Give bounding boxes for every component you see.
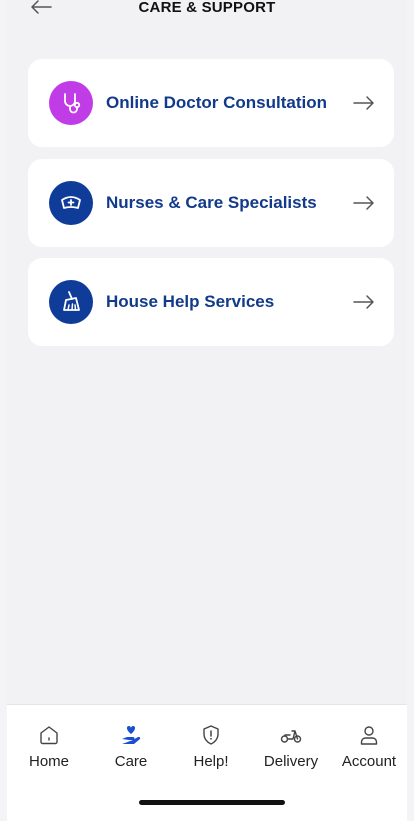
arrow-right-icon <box>352 291 376 313</box>
user-icon <box>329 723 409 747</box>
header: CARE & SUPPORT <box>7 0 407 30</box>
service-label: Nurses & Care Specialists <box>106 193 317 212</box>
nav-item-home[interactable]: Home <box>9 723 89 770</box>
nav-item-help[interactable]: Help! <box>171 723 251 770</box>
service-card-online-doctor[interactable]: Online Doctor Consultation <box>28 59 394 147</box>
service-card-nurses[interactable]: Nurses & Care Specialists <box>28 159 394 247</box>
nav-label: Delivery <box>263 753 319 770</box>
nav-label: Help! <box>193 753 229 770</box>
nav-item-account[interactable]: Account <box>329 723 409 770</box>
service-label: House Help Services <box>106 292 275 311</box>
nav-item-delivery[interactable]: Delivery <box>251 723 331 770</box>
nav-label: Account <box>341 753 397 770</box>
nurse-cap-icon <box>49 181 93 225</box>
stethoscope-icon <box>49 81 93 125</box>
scooter-icon <box>251 723 331 747</box>
nav-item-care[interactable]: Care <box>91 723 171 770</box>
home-icon <box>9 723 89 747</box>
service-card-house-help[interactable]: House Help Services <box>28 258 394 346</box>
care-hand-heart-icon <box>91 723 171 747</box>
home-indicator[interactable] <box>139 800 285 805</box>
cleaning-broom-icon <box>49 280 93 324</box>
app-screen: CARE & SUPPORT Online Doctor Consultatio… <box>7 0 407 821</box>
nav-label: Care <box>114 753 148 770</box>
service-label: Online Doctor Consultation <box>106 93 327 112</box>
shield-alert-icon <box>171 723 251 747</box>
page-title: CARE & SUPPORT <box>138 0 276 16</box>
arrow-right-icon <box>352 192 376 214</box>
nav-label: Home <box>28 753 69 770</box>
arrow-right-icon <box>352 92 376 114</box>
